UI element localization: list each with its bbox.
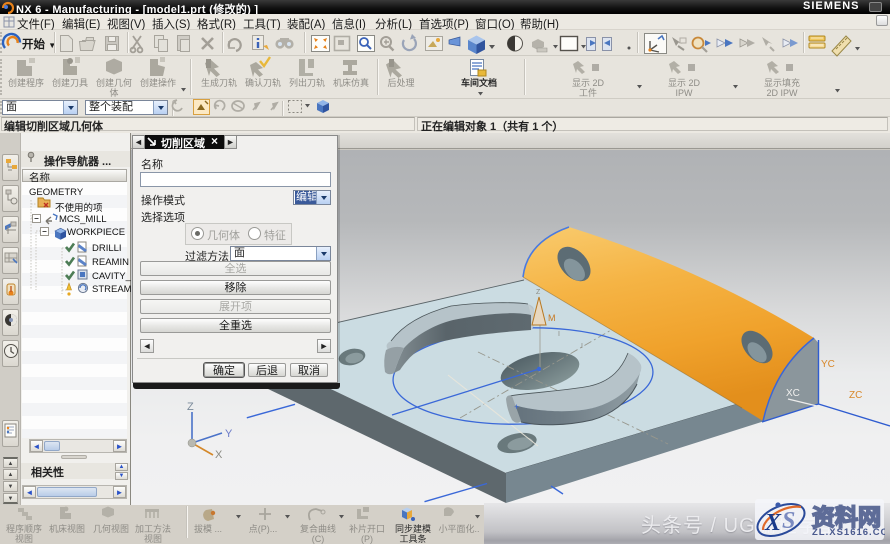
svg-text:ZL.XS1616.COM: ZL.XS1616.COM xyxy=(812,527,885,538)
svg-text:S: S xyxy=(782,508,795,534)
svg-text:X: X xyxy=(764,510,782,536)
